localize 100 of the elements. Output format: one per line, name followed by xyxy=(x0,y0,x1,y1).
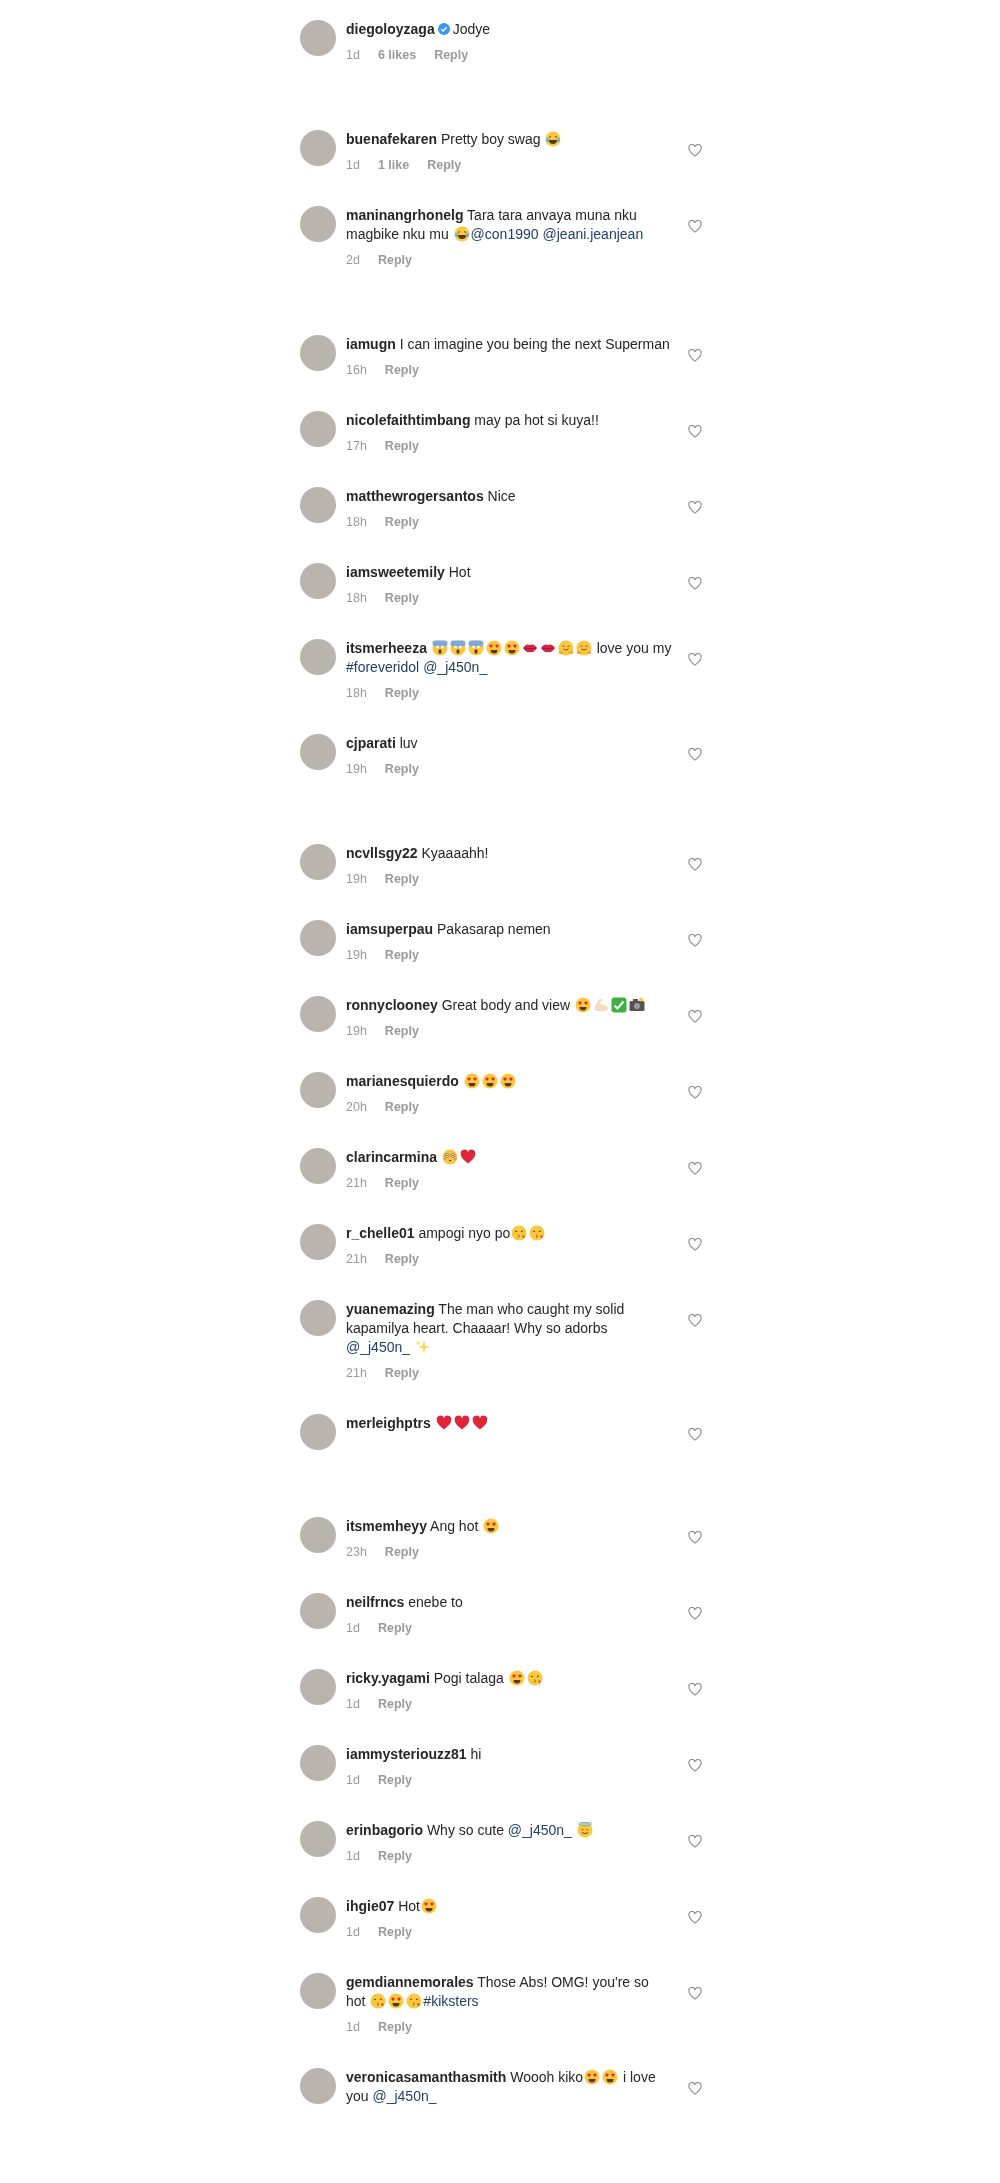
avatar-photo[interactable] xyxy=(300,734,336,770)
mention-link[interactable]: @jeani.jeanjean xyxy=(542,226,644,242)
username-link[interactable]: cjparati xyxy=(346,735,396,751)
username-link[interactable]: ihgie07 xyxy=(346,1898,395,1914)
heart-icon[interactable] xyxy=(688,349,702,362)
heart-icon[interactable] xyxy=(688,748,702,761)
username-link[interactable]: gemdiannemorales xyxy=(346,1974,474,1990)
username-link[interactable]: itsmerheeza xyxy=(346,640,427,656)
avatar-photo[interactable] xyxy=(300,1414,336,1450)
username-link[interactable]: nicolefaithtimbang xyxy=(346,412,471,428)
mention-link[interactable]: #kiksters xyxy=(423,1993,479,2009)
mention-link[interactable]: @_j450n_ xyxy=(372,2088,437,2104)
heart-icon[interactable] xyxy=(688,1987,702,2000)
username-link[interactable]: itsmemheyy xyxy=(346,1518,427,1534)
avatar-photo[interactable] xyxy=(300,487,336,523)
heart-icon[interactable] xyxy=(688,1759,702,1772)
username-link[interactable]: matthewrogersantos xyxy=(346,488,484,504)
comment-time: 19h xyxy=(346,871,367,887)
mention-link[interactable]: @_j450n_ xyxy=(423,659,488,675)
comment-text: veronicasamanthasmith Woooh kiko i love you @_j450n_ xyxy=(346,2068,657,2106)
avatar-photo[interactable] xyxy=(300,1669,336,1705)
comment-time: 18h xyxy=(346,685,367,701)
username-link[interactable]: ricky.yagami xyxy=(346,1670,430,1686)
heart-icon[interactable] xyxy=(688,1911,702,1924)
username-link[interactable]: merleighptrs xyxy=(346,1415,431,1431)
camera-icon xyxy=(629,997,645,1013)
avatar-photo[interactable] xyxy=(300,1148,336,1184)
heart-icon[interactable] xyxy=(688,858,702,871)
heart-eyes-face-icon xyxy=(485,640,502,656)
avatar-photo[interactable] xyxy=(300,1072,336,1108)
avatar-photo[interactable] xyxy=(300,639,336,675)
avatar-photo[interactable] xyxy=(300,20,336,56)
avatar-photo[interactable] xyxy=(300,1897,336,1933)
mention-link[interactable]: @_j450n_ xyxy=(507,1822,572,1838)
comment-text: matthewrogersantos Nice xyxy=(346,487,517,506)
heart-icon[interactable] xyxy=(688,1010,702,1023)
username-link[interactable]: r_chelle01 xyxy=(346,1225,415,1241)
avatar-photo[interactable] xyxy=(300,844,336,880)
comment-time: 19h xyxy=(346,1023,367,1039)
username-link[interactable]: yuanemazing xyxy=(346,1301,435,1317)
avatar-photo[interactable] xyxy=(300,1593,336,1629)
avatar-photo[interactable] xyxy=(300,411,336,447)
laughing-crying-face-icon xyxy=(545,131,562,147)
heart-icon[interactable] xyxy=(688,1086,702,1099)
username-link[interactable]: erinbagorio xyxy=(346,1822,423,1838)
avatar-photo[interactable] xyxy=(300,920,336,956)
mention-link[interactable]: @_j450n_ xyxy=(346,1339,411,1355)
avatar-photo[interactable] xyxy=(300,1224,336,1260)
username-link[interactable]: ncvllsgy22 xyxy=(346,845,418,861)
hugging-face-icon xyxy=(575,640,592,656)
username-link[interactable]: iamsuperpau xyxy=(346,921,434,937)
heart-icon[interactable] xyxy=(688,1428,702,1441)
heart-icon[interactable] xyxy=(688,1162,702,1175)
heart-icon[interactable] xyxy=(688,653,702,666)
heart-icon[interactable] xyxy=(688,577,702,590)
avatar-photo[interactable] xyxy=(300,563,336,599)
mention-link[interactable]: @con1990 xyxy=(470,226,539,242)
username-link[interactable]: iamugn xyxy=(346,336,396,352)
heart-icon[interactable] xyxy=(688,501,702,514)
heart-icon[interactable] xyxy=(688,220,702,233)
username-link[interactable]: veronicasamanthasmith xyxy=(346,2069,507,2085)
username-link[interactable]: maninangrhonelg xyxy=(346,207,464,223)
avatar-photo[interactable] xyxy=(300,206,336,242)
comment-text: gemdiannemorales Those Abs! OMG! you're so hot #kiksters xyxy=(346,1973,650,2011)
heart-eyes-face-icon xyxy=(584,2069,601,2085)
heart-icon[interactable] xyxy=(688,1607,702,1620)
avatar-photo[interactable] xyxy=(300,1517,336,1553)
username-link[interactable]: neilfrncs xyxy=(346,1594,405,1610)
comment-text: maninangrhonelg Tara tara anvaya muna nku magbike nku mu @con1990 @jeani.jeanjean xyxy=(346,206,645,244)
avatar-photo[interactable] xyxy=(300,130,336,166)
comment-text: cjparati luv xyxy=(346,734,419,753)
screaming-face-icon xyxy=(449,640,466,656)
username-link[interactable]: buenafekaren xyxy=(346,131,438,147)
heart-icon[interactable] xyxy=(688,144,702,157)
kissing-face-icon xyxy=(529,1225,546,1241)
avatar-photo[interactable] xyxy=(300,1745,336,1781)
heart-icon[interactable] xyxy=(688,1314,702,1327)
heart-icon[interactable] xyxy=(688,934,702,947)
comment-time: 1d xyxy=(346,2019,360,2035)
username-link[interactable]: ronnyclooney xyxy=(346,997,438,1013)
heart-icon[interactable] xyxy=(688,1531,702,1544)
heart-icon[interactable] xyxy=(688,1835,702,1848)
username-link[interactable]: clarincarmina xyxy=(346,1149,438,1165)
avatar-photo[interactable] xyxy=(300,1973,336,2009)
heart-emoji-icon xyxy=(435,1415,452,1431)
heart-icon[interactable] xyxy=(688,1683,702,1696)
avatar-photo[interactable] xyxy=(300,1821,336,1857)
username-link[interactable]: marianesquierdo xyxy=(346,1073,459,1089)
username-link[interactable]: diegoloyzaga xyxy=(346,21,435,37)
avatar-photo[interactable] xyxy=(300,335,336,371)
username-link[interactable]: iamsweetemily xyxy=(346,564,445,580)
mention-link[interactable]: #foreveridol xyxy=(346,659,420,675)
heart-icon[interactable] xyxy=(688,425,702,438)
avatar-photo[interactable] xyxy=(300,1300,336,1336)
avatar-photo[interactable] xyxy=(300,996,336,1032)
heart-icon[interactable] xyxy=(688,2082,702,2095)
username-link[interactable]: iammysteriouzz81 xyxy=(346,1746,467,1762)
avatar-photo[interactable] xyxy=(300,2068,336,2104)
comment-text: buenafekaren Pretty boy swag xyxy=(346,130,672,149)
heart-icon[interactable] xyxy=(688,1238,702,1251)
